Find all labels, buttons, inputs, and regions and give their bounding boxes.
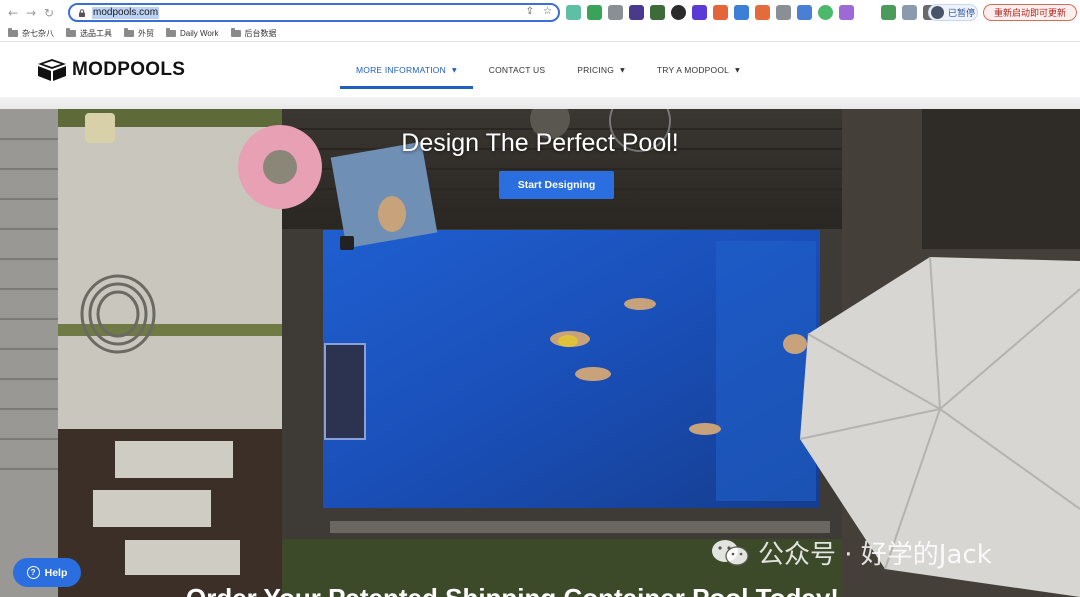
extension-icon[interactable] — [671, 5, 686, 20]
main-nav: MORE INFORMATION ▼ CONTACT US PRICING ▼ TR… — [340, 43, 756, 97]
logo-text: MODPOOLS — [72, 59, 186, 80]
bookmark-folder[interactable]: 选品工具 — [66, 27, 112, 39]
extension-icon[interactable] — [797, 5, 812, 20]
profile-button[interactable]: 已暂停 — [928, 4, 978, 21]
lock-icon — [79, 8, 85, 17]
extension-icon[interactable] — [650, 5, 665, 20]
avatar — [931, 6, 944, 19]
nav-more-information[interactable]: MORE INFORMATION ▼ — [340, 43, 473, 97]
watermark-text: 公众号 · 好学的Jack — [758, 540, 992, 570]
extension-icon[interactable] — [713, 5, 728, 20]
extension-icon[interactable] — [902, 5, 917, 20]
extension-icon[interactable] — [860, 5, 875, 20]
caret-down-icon: ▼ — [451, 66, 457, 74]
site-logo[interactable]: MODPOOLS — [37, 58, 185, 82]
folder-icon — [166, 27, 176, 37]
nav-pricing[interactable]: PRICING ▼ — [561, 43, 641, 97]
back-icon[interactable]: ← — [4, 4, 22, 22]
bookmark-folder[interactable]: 后台数据 — [230, 27, 277, 39]
bookmark-folder[interactable]: 杂七杂八 — [8, 27, 54, 39]
folder-icon — [124, 27, 134, 37]
question-icon: ? — [26, 566, 40, 579]
bookmarks-bar: 杂七杂八 选品工具 外贸 Daily Work 后台数据 — [0, 25, 1080, 42]
url-text[interactable]: modpools.com — [92, 6, 160, 19]
update-button[interactable]: 重新启动即可更新 — [983, 4, 1077, 21]
hero-subtitle: Order Your Patented Shipping Container P… — [186, 583, 839, 597]
caret-down-icon: ▼ — [735, 66, 740, 74]
help-button[interactable]: ? Help — [13, 558, 81, 587]
browser-window: ← → ↻ modpools.com ⇪ ☆ 已暂停 重新启动即可更新 杂七杂八… — [0, 0, 1080, 597]
watermark: 公众号 · 好学的Jack — [710, 534, 992, 571]
profile-status: 已暂停 — [948, 8, 976, 18]
extension-icon[interactable] — [839, 5, 854, 20]
folder-icon — [8, 27, 18, 37]
folder-icon — [230, 27, 241, 37]
extension-icon[interactable] — [776, 5, 791, 20]
browser-toolbar: ← → ↻ modpools.com ⇪ ☆ 已暂停 重新启动即可更新 — [0, 0, 1080, 25]
start-designing-button[interactable]: Start Designing — [499, 171, 614, 199]
nav-contact-us[interactable]: CONTACT US — [473, 43, 561, 97]
site-header: MODPOOLS MORE INFORMATION ▼ CONTACT US PR… — [0, 43, 1080, 97]
extension-icon[interactable] — [566, 5, 581, 20]
bookmark-folder[interactable]: Daily Work — [166, 27, 219, 38]
forward-icon[interactable]: → — [22, 4, 40, 22]
extension-icon[interactable] — [818, 5, 833, 20]
wechat-icon — [712, 539, 749, 566]
caret-down-icon: ▼ — [620, 66, 625, 74]
extension-icon[interactable] — [587, 5, 602, 20]
address-bar[interactable]: modpools.com ⇪ ☆ — [68, 3, 560, 22]
extension-icon[interactable] — [608, 5, 623, 20]
extensions-bar — [566, 5, 959, 20]
container-logo-icon — [38, 59, 66, 81]
extension-icon[interactable] — [734, 5, 749, 20]
reload-icon[interactable]: ↻ — [40, 4, 58, 22]
folder-icon — [66, 27, 76, 37]
extension-icon[interactable] — [881, 5, 896, 20]
extension-icon[interactable] — [755, 5, 770, 20]
share-icon[interactable]: ⇪ — [526, 6, 534, 17]
bookmark-star-icon[interactable]: ☆ — [543, 6, 552, 17]
extension-icon[interactable] — [692, 5, 707, 20]
extension-icon[interactable] — [629, 5, 644, 20]
nav-try-a-modpool[interactable]: TRY A MODPOOL ▼ — [641, 43, 756, 97]
bookmark-folder[interactable]: 外贸 — [124, 27, 154, 39]
help-label: Help — [44, 566, 68, 579]
hero-section: Design The Perfect Pool! Start Designing… — [0, 109, 1080, 597]
header-divider — [0, 97, 1080, 109]
hero-title: Design The Perfect Pool! — [401, 129, 679, 157]
